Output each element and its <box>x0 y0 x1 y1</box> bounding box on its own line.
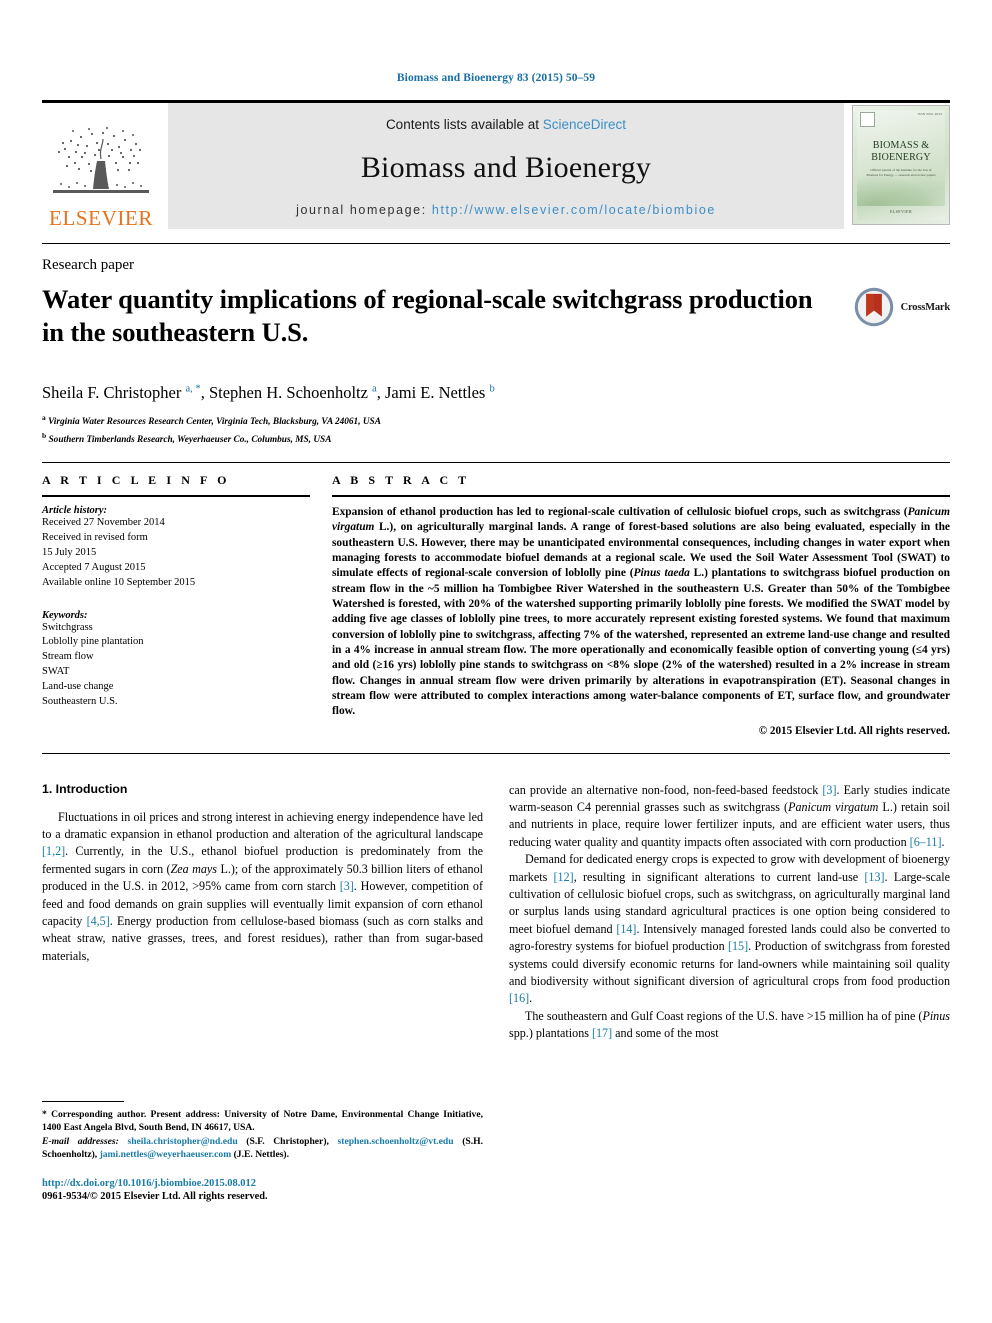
author-list: Sheila F. Christopher a, *, Stephen H. S… <box>42 382 495 402</box>
masthead-center-band: Contents lists available at ScienceDirec… <box>168 103 844 229</box>
body-column-right: can provide an alternative non-food, non… <box>509 782 950 1202</box>
info-divider-top <box>42 462 950 463</box>
history-item: Available online 10 September 2015 <box>42 576 196 588</box>
abstract-heading: A B S T R A C T <box>332 473 470 487</box>
cover-elsevier-icon <box>860 112 875 127</box>
footnote-divider <box>42 1100 124 1102</box>
cover-title: BIOMASS & BIOENERGY <box>871 140 931 163</box>
running-head: Biomass and Bioenergy 83 (2015) 50–59 <box>396 72 596 84</box>
footnote-block: * Corresponding author. Present address:… <box>42 1100 483 1202</box>
email-addresses-note: E-mail addresses: sheila.christopher@nd.… <box>42 1136 483 1161</box>
history-item: Received 27 November 2014 <box>42 517 165 528</box>
article-content: Research paper Water quantity implicatio… <box>42 243 950 1202</box>
affiliation-b: b Southern Timberlands Research, Weyerha… <box>42 430 332 446</box>
homepage-prefix: journal homepage: <box>296 203 432 217</box>
crossmark-label: CrossMark <box>900 301 951 313</box>
affiliation-a: a Virginia Water Resources Research Cent… <box>42 412 381 428</box>
affiliation-b-text: Southern Timberlands Research, Weyerhaeu… <box>48 435 332 446</box>
cover-topbar: ISSN 0961-9534 <box>857 110 945 129</box>
body-column-left: 1. Introduction Fluctuations in oil pric… <box>42 782 483 1202</box>
masthead-divider <box>42 243 950 244</box>
history-item: 15 July 2015 <box>42 546 97 558</box>
abstract-text: Expansion of ethanol production has led … <box>332 506 950 718</box>
crossmark-icon <box>854 287 893 327</box>
cover-inner: ISSN 0961-9534 BIOMASS & BIOENERGY Offic… <box>857 110 945 220</box>
doi-link[interactable]: http://dx.doi.org/10.1016/j.biombioe.201… <box>42 1178 483 1189</box>
cover-issn: ISSN 0961-9534 <box>917 112 942 116</box>
affiliations: a Virginia Water Resources Research Cent… <box>42 412 950 448</box>
paragraph: Demand for dedicated energy crops is exp… <box>509 852 951 1006</box>
paper-page: Biomass and Bioenergy 83 (2015) 50–59 EL… <box>0 0 992 1323</box>
history-item: Accepted 7 August 2015 <box>42 561 146 573</box>
page-title: Water quantity implications of regional-… <box>42 284 813 347</box>
elsevier-wordmark: ELSEVIER <box>49 206 153 230</box>
abstract-copyright: © 2015 Elsevier Ltd. All rights reserved… <box>758 724 950 737</box>
affiliation-a-text: Virginia Water Resources Research Center… <box>48 417 381 428</box>
keyword-item: Southeastern U.S. <box>42 696 118 708</box>
article-info-heading: A R T I C L E I N F O <box>42 473 231 487</box>
crossmark-badge[interactable]: CrossMark <box>830 286 950 328</box>
cover-artwork <box>857 170 945 206</box>
keyword-item: Loblolly pine plantation <box>42 636 144 648</box>
keyword-item: SWAT <box>42 666 70 678</box>
paragraph: The southeastern and Gulf Coast regions … <box>509 1008 950 1041</box>
article-history-label: Article history: <box>42 505 108 516</box>
journal-homepage-link[interactable]: http://www.elsevier.com/locate/biombioe <box>432 203 716 217</box>
body-columns: 1. Introduction Fluctuations in oil pric… <box>42 782 950 1202</box>
abstract-divider-bottom <box>42 752 950 754</box>
article-info-column: A R T I C L E I N F O Article history: R… <box>42 473 332 737</box>
paragraph: Fluctuations in oil prices and strong in… <box>42 809 483 963</box>
article-info-rule <box>42 495 310 497</box>
journal-masthead: ELSEVIER Contents lists available at Sci… <box>42 100 950 229</box>
keyword-item: Land-use change <box>42 681 114 693</box>
cover-title-line2: BIOENERGY <box>871 151 931 163</box>
corresponding-author-note: * Corresponding author. Present address:… <box>42 1108 483 1133</box>
section-heading-introduction: 1. Introduction <box>42 781 128 796</box>
history-item: Received in revised form <box>42 531 148 543</box>
elsevier-logo: ELSEVIER <box>42 103 160 229</box>
journal-title: Biomass and Bioenergy <box>360 150 652 184</box>
keyword-item: Switchgrass <box>42 621 93 633</box>
paragraph: can provide an alternative non-food, non… <box>509 782 951 849</box>
abstract-rule <box>332 495 950 497</box>
journal-homepage-line: journal homepage: http://www.elsevier.co… <box>296 203 716 217</box>
cover-title-line1: BIOMASS & <box>872 140 930 151</box>
contents-available-line: Contents lists available at ScienceDirec… <box>386 117 626 132</box>
contents-prefix: Contents lists available at <box>385 117 543 132</box>
article-type: Research paper <box>42 257 135 273</box>
sciencedirect-link[interactable]: ScienceDirect <box>543 117 626 132</box>
keywords-label: Keywords: <box>42 609 88 621</box>
info-abstract-block: A R T I C L E I N F O Article history: R… <box>42 473 950 737</box>
title-row: Water quantity implications of regional-… <box>42 274 950 366</box>
keyword-item: Stream flow <box>42 651 94 663</box>
issn-copyright-line: 0961-9534/© 2015 Elsevier Ltd. All right… <box>42 1190 268 1202</box>
journal-cover-thumbnail[interactable]: ISSN 0961-9534 BIOMASS & BIOENERGY Offic… <box>852 105 950 225</box>
elsevier-tree-icon <box>53 127 149 193</box>
abstract-column: A B S T R A C T Expansion of ethanol pro… <box>332 473 950 737</box>
keywords-block: Keywords: Switchgrass Loblolly pine plan… <box>42 610 310 710</box>
cover-footer: ELSEVIER <box>889 209 913 214</box>
